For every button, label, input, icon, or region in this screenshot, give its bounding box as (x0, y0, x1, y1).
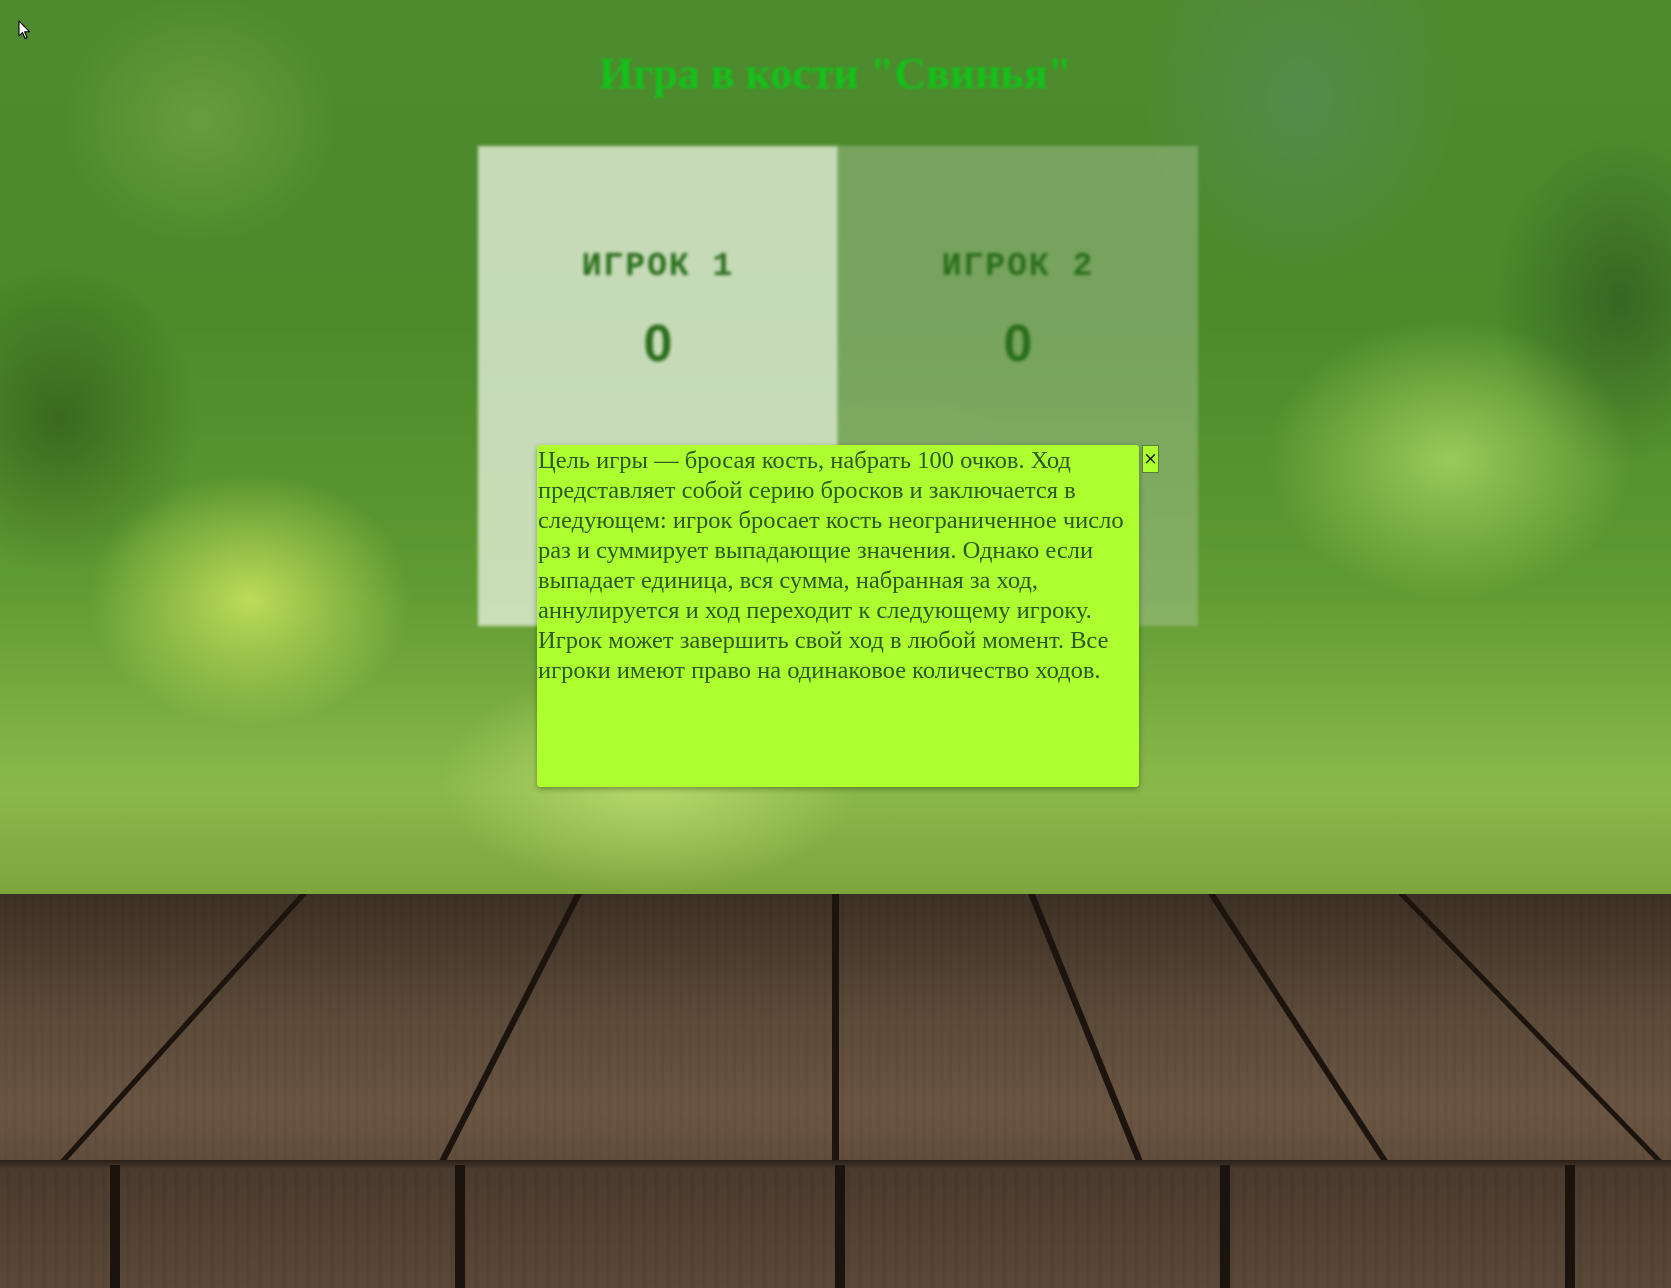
table-front-seam (110, 1165, 120, 1288)
arrow-cursor-icon (18, 20, 31, 40)
rules-text: Цель игры — бросая кость, набрать 100 оч… (538, 447, 1124, 684)
player-2-name: ИГРОК 2 (941, 248, 1095, 285)
close-icon: × (1143, 449, 1158, 469)
table-front-seam (1220, 1165, 1230, 1288)
player-1-name: ИГРОК 1 (581, 248, 735, 285)
player-2-score: 0 (1003, 315, 1033, 373)
rules-modal: Цель игры — бросая кость, набрать 100 оч… (537, 445, 1139, 787)
page: Игра в кости "Свинья" ИГРОК 1 0 ИГРОК 2 … (0, 0, 1671, 1288)
table-front-seam (835, 1165, 845, 1288)
close-button[interactable]: × (1142, 445, 1159, 473)
player-1-score: 0 (643, 315, 673, 373)
page-title: Игра в кости "Свинья" (599, 49, 1072, 98)
table-front-seam (1565, 1165, 1575, 1288)
table-front-seam (455, 1165, 465, 1288)
